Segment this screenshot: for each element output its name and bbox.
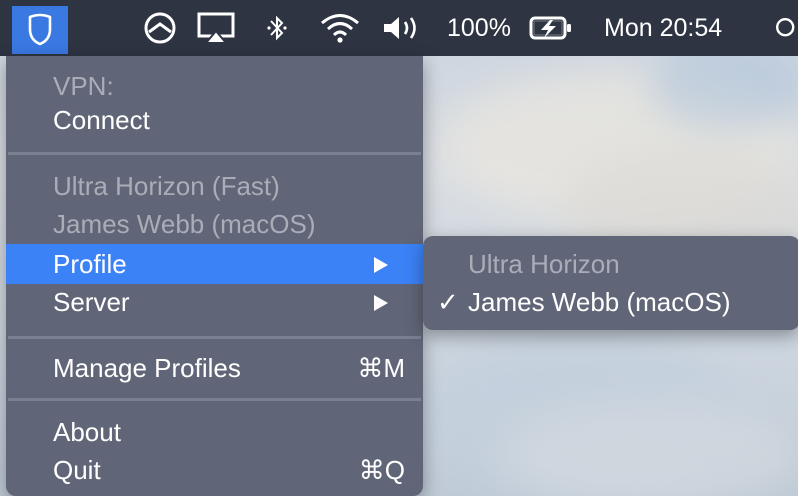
- manage-profiles-menu-item[interactable]: Manage Profiles ⌘M: [6, 348, 423, 388]
- battery-percent: 100%: [447, 14, 511, 42]
- recent-profile-label: James Webb (macOS): [53, 209, 316, 239]
- recent-profile-item: Ultra Horizon (Fast): [6, 166, 423, 206]
- submenu-arrow-icon: [374, 257, 388, 273]
- quit-menu-item[interactable]: Quit ⌘Q: [6, 450, 423, 490]
- profile-submenu: Ultra Horizon ✓ James Webb (macOS): [423, 236, 798, 330]
- quit-label: Quit: [53, 455, 101, 485]
- menubar-clock[interactable]: Mon 20:54: [604, 10, 722, 46]
- quit-shortcut: ⌘Q: [358, 455, 405, 485]
- recent-profile-item: James Webb (macOS): [6, 204, 423, 244]
- checkmark-icon: ✓: [437, 287, 459, 317]
- menu-separator: [8, 152, 421, 155]
- profile-menu-item[interactable]: Profile: [6, 244, 423, 284]
- about-menu-item[interactable]: About: [6, 412, 423, 452]
- submenu-profile-item[interactable]: ✓ James Webb (macOS): [423, 282, 798, 322]
- submenu-profile-item: Ultra Horizon: [423, 244, 798, 284]
- search-icon[interactable]: [774, 8, 798, 48]
- submenu-profile-label: Ultra Horizon: [468, 249, 620, 279]
- manage-profiles-shortcut: ⌘M: [357, 353, 405, 383]
- sync-circle-icon[interactable]: [140, 8, 180, 48]
- menu-bar: 100% Mon 20:54: [0, 0, 798, 56]
- battery-charging-icon[interactable]: [528, 8, 574, 48]
- menu-separator: [8, 398, 421, 401]
- airplay-icon[interactable]: [194, 8, 238, 48]
- volume-icon[interactable]: [380, 8, 424, 48]
- about-label: About: [53, 417, 121, 447]
- server-menu-item[interactable]: Server: [6, 282, 423, 322]
- wifi-icon[interactable]: [316, 8, 364, 48]
- bluetooth-icon[interactable]: [262, 8, 292, 48]
- manage-profiles-label: Manage Profiles: [53, 353, 241, 383]
- server-label: Server: [53, 287, 130, 317]
- recent-profile-label: Ultra Horizon (Fast): [53, 171, 280, 201]
- menu-separator: [8, 336, 421, 339]
- submenu-profile-label: James Webb (macOS): [468, 287, 731, 317]
- vpn-dropdown-menu: VPN: Connect Ultra Horizon (Fast) James …: [6, 56, 423, 496]
- profile-label: Profile: [53, 249, 127, 279]
- connect-label: Connect: [53, 105, 150, 135]
- vpn-shield-icon[interactable]: [12, 6, 68, 54]
- connect-menu-item[interactable]: Connect: [6, 100, 423, 140]
- submenu-arrow-icon: [374, 295, 388, 311]
